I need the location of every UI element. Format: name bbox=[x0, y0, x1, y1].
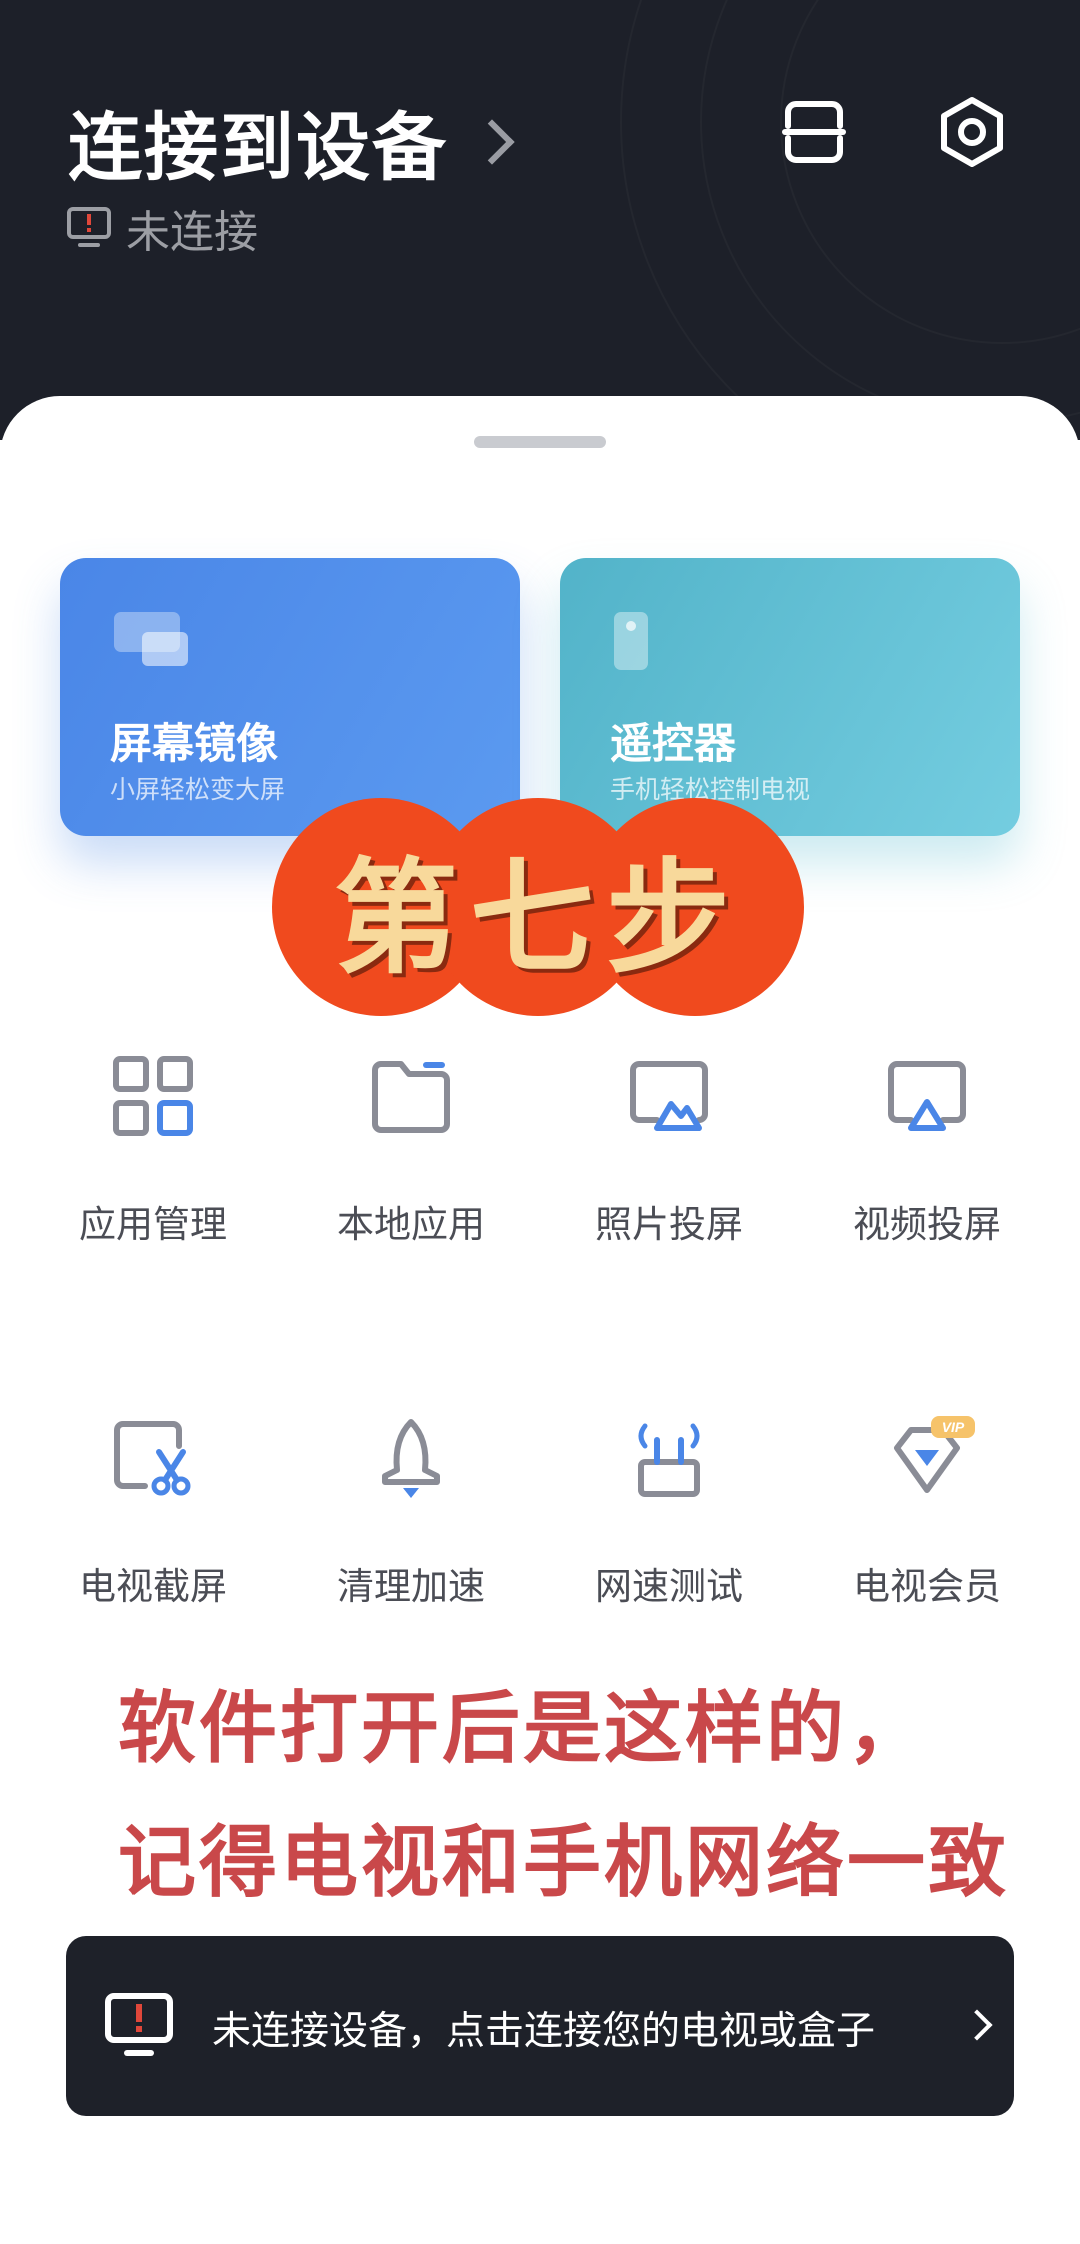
card-title: 屏幕镜像 bbox=[110, 719, 279, 768]
tool-clean-boost[interactable]: 清理加速 bbox=[282, 1416, 540, 1610]
tool-tv-screenshot[interactable]: 电视截屏 bbox=[24, 1416, 282, 1610]
tool-local-apps[interactable]: 本地应用 bbox=[282, 1054, 540, 1248]
gear-icon bbox=[941, 97, 1003, 167]
page-title: 连接到设备 bbox=[68, 105, 448, 191]
vip-badge: VIP bbox=[942, 1419, 965, 1435]
chevron-right-icon bbox=[469, 118, 515, 165]
card-title: 遥控器 bbox=[610, 719, 737, 768]
tool-label: 本地应用 bbox=[337, 1203, 485, 1246]
tool-label: 清理加速 bbox=[337, 1565, 485, 1608]
tool-app-manage[interactable]: 应用管理 bbox=[24, 1054, 282, 1248]
screen-mirror-icon bbox=[114, 612, 188, 666]
scan-icon bbox=[782, 101, 846, 163]
tool-label: 电视会员 bbox=[853, 1565, 1001, 1608]
tool-label: 视频投屏 bbox=[853, 1203, 1001, 1246]
rocket-icon bbox=[382, 1419, 440, 1498]
chevron-right-icon bbox=[961, 2009, 993, 2041]
tool-video-cast[interactable]: 视频投屏 bbox=[798, 1054, 1056, 1248]
connect-device-bar[interactable]: 未连接设备，点击连接您的电视或盒子 bbox=[66, 1936, 1014, 2116]
connect-device-link[interactable]: 连接到设备 bbox=[68, 88, 515, 195]
tool-label: 电视截屏 bbox=[79, 1565, 227, 1608]
header: 连接到设备 未连接 bbox=[0, 0, 1080, 440]
screen-mirror-card[interactable]: 屏幕镜像 小屏轻松变大屏 bbox=[60, 558, 520, 836]
step-text: 第七步 bbox=[333, 846, 742, 991]
tool-label: 应用管理 bbox=[79, 1203, 227, 1246]
remote-icon bbox=[614, 612, 648, 670]
screenshot-icon bbox=[114, 1421, 191, 1496]
diamond-icon: VIP bbox=[894, 1416, 975, 1493]
tool-tv-vip[interactable]: VIP 电视会员 bbox=[798, 1416, 1056, 1610]
video-cast-icon bbox=[888, 1061, 966, 1131]
router-icon bbox=[638, 1423, 700, 1497]
connect-prompt: 未连接设备，点击连接您的电视或盒子 bbox=[212, 2009, 876, 2054]
card-subtitle: 小屏轻松变大屏 bbox=[110, 775, 286, 804]
connection-status: 未连接 bbox=[66, 196, 258, 260]
caption-line-2: 记得电视和手机网络一致 bbox=[118, 1818, 1010, 1908]
photo-cast-icon bbox=[630, 1061, 708, 1131]
tool-label: 网速测试 bbox=[595, 1565, 743, 1608]
caption-line-1: 软件打开后是这样的， bbox=[118, 1684, 929, 1774]
tool-photo-cast[interactable]: 照片投屏 bbox=[540, 1054, 798, 1248]
scan-button[interactable] bbox=[774, 92, 854, 172]
folder-icon bbox=[372, 1061, 450, 1133]
sheet-handle[interactable] bbox=[474, 436, 606, 448]
remote-control-card[interactable]: 遥控器 手机轻松控制电视 bbox=[560, 558, 1020, 836]
app-grid-icon bbox=[113, 1056, 193, 1136]
status-text: 未连接 bbox=[126, 207, 258, 258]
tool-speed-test[interactable]: 网速测试 bbox=[540, 1416, 798, 1610]
tool-label: 照片投屏 bbox=[595, 1203, 743, 1246]
tv-warning-icon bbox=[105, 1993, 173, 2056]
step-badge: 第七步 bbox=[272, 798, 804, 1016]
settings-button[interactable] bbox=[932, 92, 1012, 172]
tv-warning-icon bbox=[67, 207, 111, 247]
